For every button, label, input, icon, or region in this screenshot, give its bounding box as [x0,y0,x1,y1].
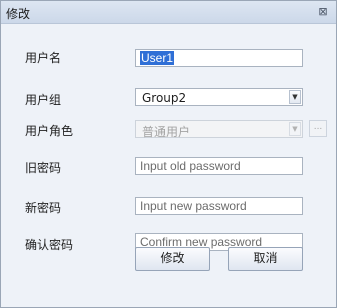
new-password-input[interactable] [136,198,300,214]
usergroup-label: 用户组 [25,93,62,107]
old-password-field[interactable] [135,157,303,175]
username-value: User1 [140,51,175,65]
close-icon[interactable]: ⊠ [316,5,330,19]
usergroup-select[interactable]: Group2 ▼ [135,88,303,106]
username-field[interactable]: User1 [135,49,303,67]
username-label: 用户名 [25,51,62,65]
userrole-select: 普通用户 ▼ [135,120,303,139]
role-more-button: ... [309,120,327,137]
chevron-down-icon: ▼ [289,122,301,136]
confirm-password-label: 确认密码 [25,238,74,252]
title-bar: 修改 ⊠ [1,1,336,24]
chevron-down-icon[interactable]: ▼ [289,90,301,104]
old-password-label: 旧密码 [25,161,62,175]
dialog-title: 修改 [6,7,31,21]
cancel-button[interactable]: 取消 [228,247,303,271]
old-password-input[interactable] [136,158,300,174]
modify-button[interactable]: 修改 [135,247,210,271]
usergroup-value: Group2 [142,91,187,105]
userrole-value: 普通用户 [142,125,191,139]
new-password-field[interactable] [135,197,303,215]
new-password-label: 新密码 [25,201,62,215]
userrole-label: 用户角色 [25,124,74,138]
edit-user-dialog: 修改 ⊠ 用户名 User1 用户组 Group2 ▼ 用户角色 普通用户 ▼ … [0,0,337,308]
